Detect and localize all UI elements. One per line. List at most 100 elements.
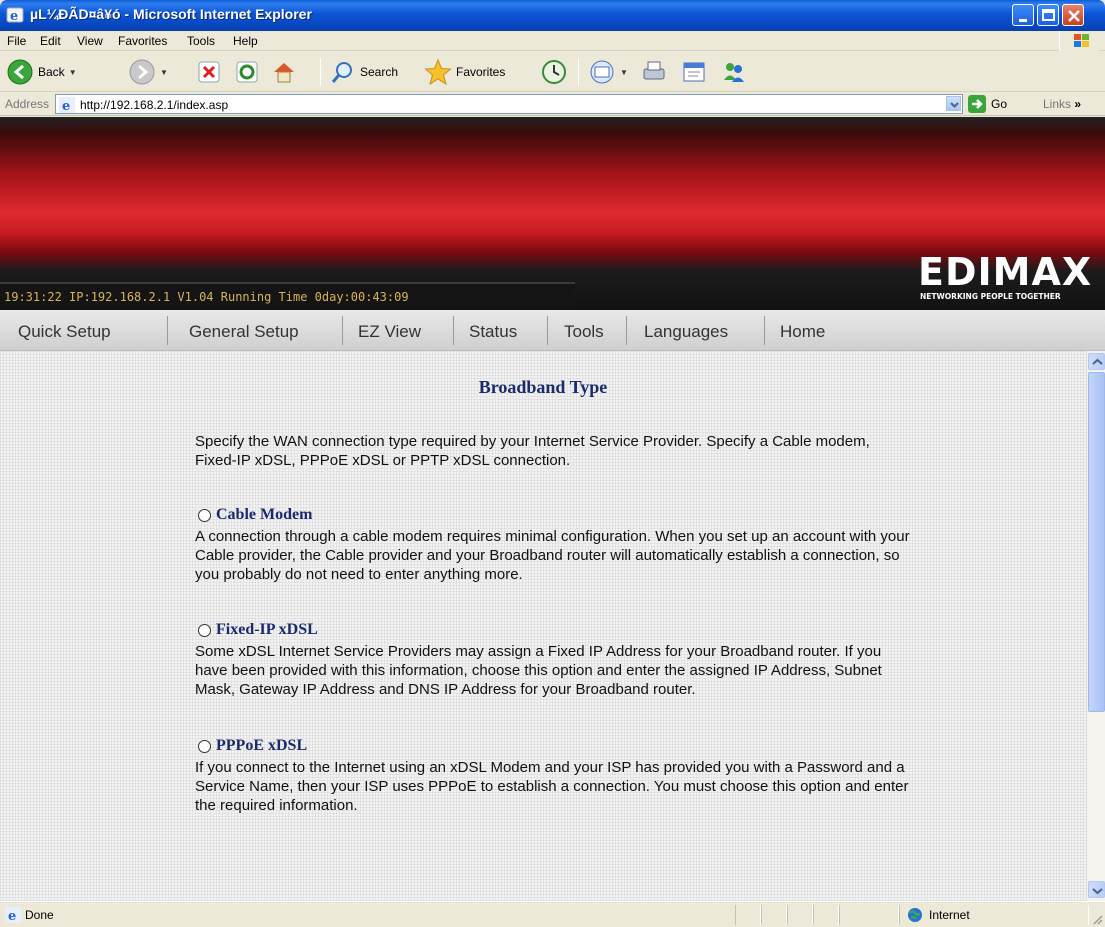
option-fixed-ip-xdsl[interactable]: Fixed-IP xDSL xyxy=(198,621,318,639)
menu-view[interactable]: View xyxy=(77,34,103,48)
favorites-button[interactable]: Favorites xyxy=(424,56,505,88)
favorites-star-icon xyxy=(424,58,452,86)
print-button[interactable] xyxy=(640,56,668,88)
resize-grip-icon[interactable] xyxy=(1091,913,1103,925)
status-cell xyxy=(735,905,761,925)
svg-text:e: e xyxy=(10,9,18,24)
go-label: Go xyxy=(991,97,1008,111)
menu-file[interactable]: File xyxy=(7,34,26,48)
close-button[interactable] xyxy=(1062,4,1084,26)
scroll-thumb[interactable] xyxy=(1088,372,1105,712)
fixed-ip-radio[interactable] xyxy=(198,623,211,637)
nav-divider xyxy=(626,316,627,345)
minimize-icon xyxy=(1019,19,1027,22)
cable-modem-label[interactable]: Cable Modem xyxy=(216,506,312,524)
nav-quick-setup[interactable]: Quick Setup xyxy=(18,322,111,342)
standard-toolbar: Back ▼ ▼ Search Favorites ▼ xyxy=(0,52,1105,92)
svg-text:e: e xyxy=(62,99,70,113)
vertical-scrollbar[interactable] xyxy=(1086,351,1105,901)
scroll-down-button[interactable] xyxy=(1088,881,1105,898)
fixed-ip-description: Some xDSL Internet Service Providers may… xyxy=(195,643,882,698)
forward-dropdown-icon[interactable]: ▼ xyxy=(160,68,168,77)
nav-divider xyxy=(764,316,765,345)
page-done-icon: e xyxy=(5,907,21,923)
links-toolbar[interactable]: Links » xyxy=(1043,97,1081,111)
refresh-button[interactable] xyxy=(234,56,260,88)
refresh-icon xyxy=(236,61,258,83)
option-cable-modem[interactable]: Cable Modem xyxy=(198,506,312,524)
messenger-icon xyxy=(724,63,744,82)
status-cell xyxy=(787,905,813,925)
cable-modem-radio[interactable] xyxy=(198,508,211,522)
windows-flag-icon xyxy=(1074,34,1089,47)
edit-document-icon xyxy=(683,62,705,82)
status-bar: e Done Internet xyxy=(0,901,1105,927)
status-text: Done xyxy=(25,908,54,922)
chevron-down-icon xyxy=(1092,888,1103,895)
router-nav-bar: Quick Setup General Setup EZ View Status… xyxy=(0,310,1105,351)
windows-flag-logo xyxy=(1059,31,1099,51)
security-zone-label: Internet xyxy=(929,908,970,922)
messenger-button[interactable] xyxy=(720,56,748,88)
edit-button[interactable] xyxy=(680,56,708,88)
security-zone: Internet xyxy=(907,907,970,923)
address-input[interactable]: e http://192.168.2.1/index.asp xyxy=(55,94,963,114)
menu-bar: File Edit View Favorites Tools Help xyxy=(0,31,1105,51)
go-button[interactable]: Go xyxy=(967,94,1007,114)
svg-text:e: e xyxy=(8,909,16,923)
nav-divider xyxy=(453,316,454,345)
cable-modem-description: A connection through a cable modem requi… xyxy=(195,528,910,583)
nav-general-setup[interactable]: General Setup xyxy=(189,322,299,342)
home-icon xyxy=(274,63,294,83)
mail-dropdown-icon[interactable]: ▼ xyxy=(620,68,628,77)
menu-help[interactable]: Help xyxy=(233,34,258,48)
search-button[interactable]: Search xyxy=(330,56,398,88)
nav-divider xyxy=(547,316,548,345)
close-icon xyxy=(1068,10,1080,22)
mail-icon xyxy=(590,60,614,84)
window-title: µL¼ÐÃD¤â¥ó - Microsoft Internet Explorer xyxy=(30,6,312,22)
mail-button[interactable]: ▼ xyxy=(588,56,628,88)
nav-home[interactable]: Home xyxy=(780,322,825,342)
page-title: Broadband Type xyxy=(478,377,608,397)
back-dropdown-icon[interactable]: ▼ xyxy=(69,68,77,77)
pppoe-label[interactable]: PPPoE xDSL xyxy=(216,737,307,755)
nav-divider xyxy=(167,316,168,345)
forward-arrow-icon xyxy=(129,59,155,85)
brand-tagline: NETWORKING PEOPLE TOGETHER xyxy=(920,292,1061,301)
stop-button[interactable] xyxy=(196,56,222,88)
history-button[interactable] xyxy=(540,56,568,88)
nav-divider xyxy=(342,316,343,345)
address-dropdown-button[interactable] xyxy=(946,96,961,111)
back-button[interactable]: Back ▼ xyxy=(6,56,77,88)
links-label: Links xyxy=(1043,97,1072,111)
intro-text: Specify the WAN connection type required… xyxy=(195,433,870,469)
nav-status[interactable]: Status xyxy=(469,322,517,342)
maximize-button[interactable] xyxy=(1037,4,1059,26)
history-icon xyxy=(542,60,566,84)
search-label: Search xyxy=(360,65,399,79)
option-pppoe-xdsl[interactable]: PPPoE xDSL xyxy=(198,737,307,755)
forward-button[interactable]: ▼ xyxy=(128,56,168,88)
nav-languages[interactable]: Languages xyxy=(644,322,728,342)
minimize-button[interactable] xyxy=(1012,4,1034,26)
scroll-up-button[interactable] xyxy=(1088,353,1105,370)
status-cell xyxy=(761,905,787,925)
menu-edit[interactable]: Edit xyxy=(40,34,61,48)
fixed-ip-label[interactable]: Fixed-IP xDSL xyxy=(216,621,318,639)
menu-favorites[interactable]: Favorites xyxy=(118,34,167,48)
menu-tools[interactable]: Tools xyxy=(187,34,215,48)
nav-ez-view[interactable]: EZ View xyxy=(358,322,421,342)
home-button[interactable] xyxy=(270,56,298,88)
nav-tools[interactable]: Tools xyxy=(564,322,604,342)
page-ie-icon: e xyxy=(59,97,75,113)
pppoe-description: If you connect to the Internet using an … xyxy=(195,759,909,814)
search-icon xyxy=(331,62,352,83)
edimax-logo: EDIMAX NETWORKING PEOPLE TOGETHER xyxy=(918,250,1091,301)
toolbar-separator xyxy=(578,58,579,86)
status-cell xyxy=(813,905,839,925)
router-status-text: 19:31:22 IP:192.168.2.1 V1.04 Running Ti… xyxy=(4,290,409,304)
globe-icon xyxy=(908,908,922,922)
chevron-down-icon xyxy=(950,102,959,108)
pppoe-radio[interactable] xyxy=(198,739,211,753)
